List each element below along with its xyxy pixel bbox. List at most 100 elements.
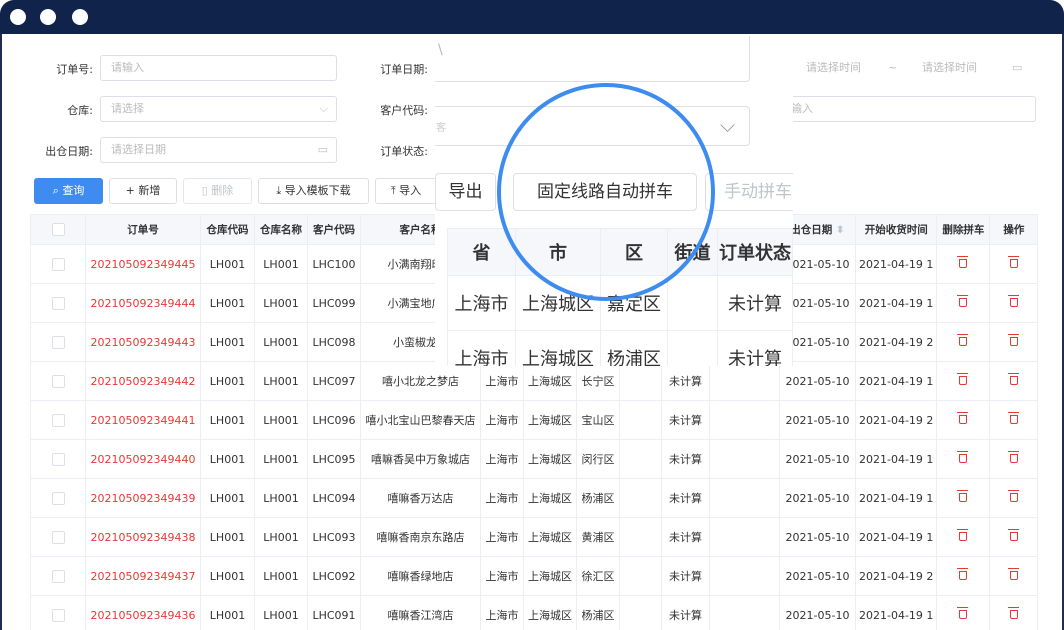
- date-range-picker[interactable]: 请选择时间 ~ 请选择时间 ▭: [790, 55, 1035, 81]
- row-select-cell[interactable]: [30, 595, 86, 630]
- col-header-actions: 操作: [989, 214, 1039, 245]
- actions-cell[interactable]: [989, 244, 1039, 284]
- trash-icon[interactable]: [1007, 567, 1019, 580]
- actions-cell[interactable]: [989, 556, 1039, 596]
- customer-code-input[interactable]: 输入: [780, 96, 1036, 122]
- order-no-cell: 202105092349439: [85, 478, 201, 518]
- col-header-delete-carpool: 删除拼车: [936, 214, 991, 245]
- delete-button[interactable]: ▯ 删除: [183, 178, 252, 204]
- trash-icon[interactable]: [957, 450, 969, 463]
- row-checkbox[interactable]: [51, 374, 65, 388]
- blank-cell: [709, 478, 780, 518]
- delete-carpool-cell[interactable]: [936, 517, 991, 557]
- delete-carpool-cell[interactable]: [936, 556, 991, 596]
- trash-icon[interactable]: [1007, 606, 1019, 619]
- add-button[interactable]: + 新增: [109, 178, 177, 204]
- actions-cell[interactable]: [989, 322, 1039, 362]
- delete-carpool-cell[interactable]: [936, 283, 991, 323]
- province-cell: 上海市: [480, 361, 524, 401]
- trash-icon[interactable]: [957, 489, 969, 502]
- trash-icon[interactable]: [1007, 411, 1019, 424]
- row-select-cell[interactable]: [30, 244, 86, 284]
- select-all-checkbox[interactable]: [51, 223, 65, 236]
- actions-cell[interactable]: [989, 439, 1039, 479]
- trash-icon[interactable]: [1007, 372, 1019, 385]
- row-select-cell[interactable]: [30, 361, 86, 401]
- trash-icon[interactable]: [957, 294, 969, 307]
- trash-icon[interactable]: [1007, 333, 1019, 346]
- street-cell: [619, 595, 662, 630]
- window-minimize-dot[interactable]: [40, 9, 56, 25]
- import-button[interactable]: ⤒ 导入: [375, 178, 437, 204]
- trash-icon[interactable]: [1007, 528, 1019, 541]
- row-checkbox[interactable]: [51, 491, 65, 505]
- delete-carpool-cell[interactable]: [936, 400, 991, 440]
- row-checkbox[interactable]: [51, 413, 65, 427]
- row-select-cell[interactable]: [30, 283, 86, 323]
- table-row: 202105092349437 LH001 LH001 LHC092 嘻嘛香绿地店 上海市…: [30, 556, 1039, 596]
- zoom-table: 省 市 区 街道 订单状态 上海市 上海城区 嘉定区 未计算 上海市 上海城区 …: [447, 228, 793, 366]
- row-checkbox[interactable]: [51, 257, 65, 271]
- actions-cell[interactable]: [989, 283, 1039, 323]
- row-checkbox[interactable]: [51, 296, 65, 310]
- fixed-route-carpool-button[interactable]: 固定线路自动拼车: [513, 173, 697, 211]
- row-select-cell[interactable]: [30, 322, 86, 362]
- row-select-cell[interactable]: [30, 556, 86, 596]
- delete-carpool-cell[interactable]: [936, 322, 991, 362]
- actions-cell[interactable]: [989, 478, 1039, 518]
- row-checkbox[interactable]: [51, 530, 65, 544]
- table-row: 202105092349441 LH001 LH001 LHC096 嘻小北宝山巴黎春天…: [30, 400, 1039, 440]
- trash-icon[interactable]: [957, 333, 969, 346]
- district-cell: 杨浦区: [576, 595, 620, 630]
- window-close-dot[interactable]: [10, 9, 26, 25]
- recv-time-cell: 2021-04-19 1: [854, 517, 938, 557]
- trash-icon[interactable]: [957, 372, 969, 385]
- trash-icon[interactable]: [1007, 489, 1019, 502]
- out-date-picker[interactable]: 请选择日期 ▭: [100, 137, 337, 163]
- delete-carpool-cell[interactable]: [936, 244, 991, 284]
- trash-icon[interactable]: [1007, 255, 1019, 268]
- order-no-input[interactable]: 请输入: [100, 55, 337, 81]
- row-checkbox[interactable]: [51, 608, 65, 622]
- zoom-cell-province: 上海市: [447, 330, 516, 366]
- status-cell: 未计算: [661, 439, 710, 479]
- actions-cell[interactable]: [989, 595, 1039, 630]
- window-maximize-dot[interactable]: [72, 9, 88, 25]
- sort-icon[interactable]: ⬍: [836, 224, 845, 236]
- col-header-cust-code: 客户代码: [307, 214, 361, 245]
- trash-icon[interactable]: [957, 255, 969, 268]
- delete-carpool-cell[interactable]: [936, 439, 991, 479]
- delete-carpool-cell[interactable]: [936, 595, 991, 630]
- trash-icon[interactable]: [1007, 294, 1019, 307]
- delete-carpool-cell[interactable]: [936, 478, 991, 518]
- export-button[interactable]: 导出: [435, 173, 496, 211]
- table-row: 202105092349438 LH001 LH001 LHC093 嘻嘛香南京东路店上…: [30, 517, 1039, 557]
- warehouse-select[interactable]: 请选择 ⌵: [100, 96, 337, 122]
- row-select-cell[interactable]: [30, 517, 86, 557]
- delete-carpool-cell[interactable]: [936, 361, 991, 401]
- manual-carpool-button[interactable]: 手动拼车: [705, 173, 793, 211]
- trash-icon[interactable]: [1007, 450, 1019, 463]
- actions-cell[interactable]: [989, 517, 1039, 557]
- zoom-date-input[interactable]: \: [435, 36, 750, 82]
- trash-icon[interactable]: [957, 528, 969, 541]
- zoom-customer-select[interactable]: 客 ⌵: [435, 106, 750, 146]
- row-select-cell[interactable]: [30, 439, 86, 479]
- select-all-header[interactable]: [30, 214, 86, 245]
- actions-cell[interactable]: [989, 361, 1039, 401]
- query-button[interactable]: ⌕ 查询: [34, 178, 103, 204]
- trash-icon[interactable]: [957, 411, 969, 424]
- row-select-cell[interactable]: [30, 400, 86, 440]
- date-end-placeholder: 请选择时间: [922, 61, 977, 74]
- city-cell: 上海城区: [523, 361, 577, 401]
- wh-name-cell: LH001: [254, 556, 308, 596]
- row-checkbox[interactable]: [51, 335, 65, 349]
- cust-name-cell: 嘻小北龙之梦店: [360, 361, 481, 401]
- trash-icon[interactable]: [957, 606, 969, 619]
- row-checkbox[interactable]: [51, 569, 65, 583]
- actions-cell[interactable]: [989, 400, 1039, 440]
- row-checkbox[interactable]: [51, 452, 65, 466]
- trash-icon[interactable]: [957, 567, 969, 580]
- row-select-cell[interactable]: [30, 478, 86, 518]
- import-template-button[interactable]: ⤓ 导入模板下载: [258, 178, 369, 204]
